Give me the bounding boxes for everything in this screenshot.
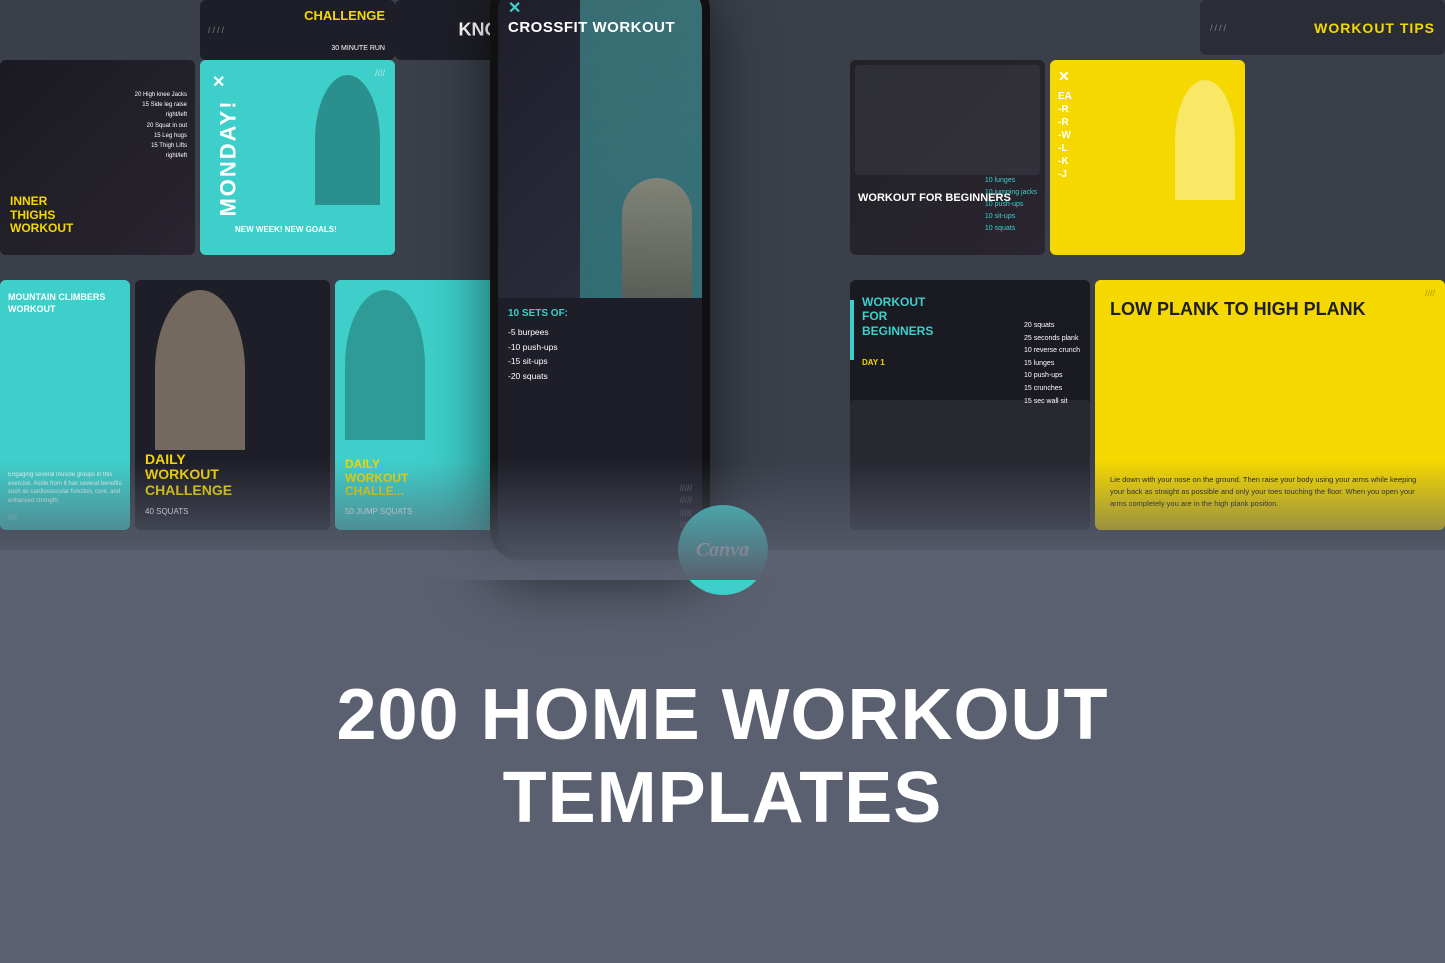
monday-subtitle: NEW WEEK! NEW GOALS! xyxy=(235,225,337,235)
hash-marks-icon: //// xyxy=(208,25,226,35)
challenge-subtitle: 30 MINUTE RUN xyxy=(331,45,385,52)
low-plank-title: LOW PLANK TO HIGH PLANK xyxy=(1110,300,1366,320)
phone-exercises: -5 burpees-10 push-ups-15 sit-ups-20 squ… xyxy=(508,325,692,383)
beginners-day1-title: WORKOUTFORBEGINNERS xyxy=(862,295,982,338)
card-monday: ✕ //// MONDAY! NEW WEEK! NEW GOALS! xyxy=(200,60,395,255)
phone-crossfit-title: CROSSFIT WORKOUT xyxy=(508,20,692,36)
workout-tips-text: WORKOUT TIPS xyxy=(1314,20,1435,36)
mountain-title: MOUNTAIN CLIMBERS WORKOUT xyxy=(8,292,125,315)
collage-area: //// CHALLENGE 30 MINUTE RUN KNOW? //// … xyxy=(0,0,1445,580)
card-beginners-1: WORKOUT FOR BEGINNERS 10 lunges10 jumpin… xyxy=(850,60,1045,255)
hash-marks-icon: //// xyxy=(1210,23,1228,33)
beginners-day1-exercises: 20 squats25 seconds plank10 reverse crun… xyxy=(1024,320,1080,408)
card-workout-tips: //// WORKOUT TIPS xyxy=(1200,0,1445,55)
inner-thighs-label: INNER THIGHS WORKOUT xyxy=(10,195,90,235)
x-mark-icon: ✕ xyxy=(212,72,225,92)
inner-thighs-exercises: 20 High knee Jacks15 Side leg raiseright… xyxy=(135,90,187,161)
beginners-1-exercises: 10 lunges10 jumping jacks10 push-ups10 s… xyxy=(985,175,1037,234)
beginners-day1-day: DAY 1 xyxy=(862,358,885,367)
phone-x-icon: ✕ xyxy=(508,0,692,18)
yellow-partial-text: EA-R-R-W-L-K-J xyxy=(1058,90,1072,181)
hash-marks-icon: //// xyxy=(1425,288,1435,298)
main-title-line2: TEMPLATES xyxy=(503,758,943,838)
x-mark-icon: ✕ xyxy=(1058,68,1070,85)
card-yellow-partial: ✕ EA-R-R-W-L-K-J xyxy=(1050,60,1245,255)
collage-fade xyxy=(0,460,1445,580)
main-title-line1: 200 HOME WORKOUT xyxy=(336,675,1108,755)
main-title: 200 HOME WORKOUT TEMPLATES xyxy=(336,674,1108,840)
hash-marks-icon: //// xyxy=(375,68,385,78)
bottom-area: 200 HOME WORKOUT TEMPLATES xyxy=(0,550,1445,963)
card-challenge-top: //// CHALLENGE 30 MINUTE RUN xyxy=(200,0,395,60)
card-inner-thighs: //// INNER THIGHS WORKOUT 20 High knee J… xyxy=(0,60,195,255)
phone-sets-label: 10 SETS OF: xyxy=(508,308,692,319)
monday-label: MONDAY! xyxy=(216,99,242,216)
challenge-title: CHALLENGE xyxy=(304,8,385,23)
